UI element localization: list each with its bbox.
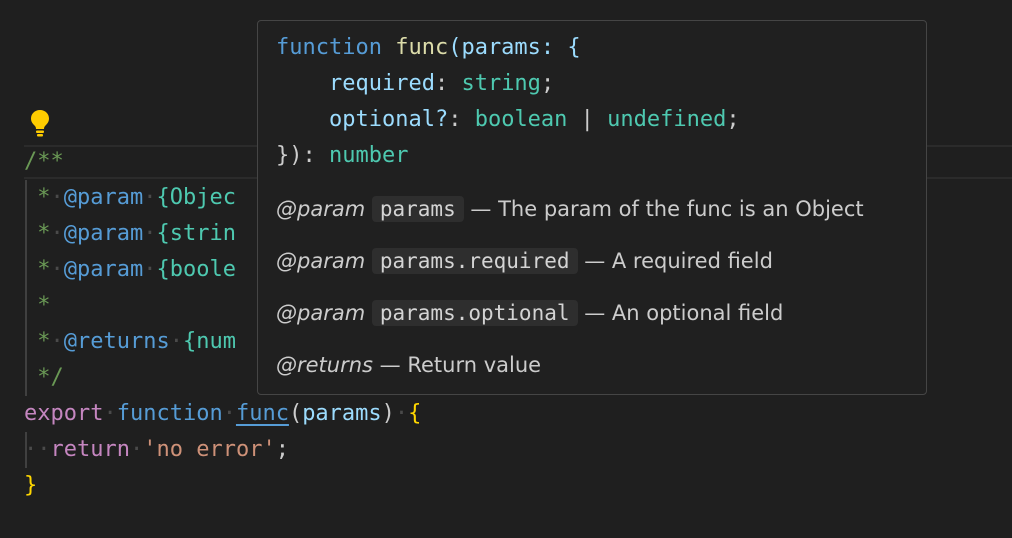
doc-tag: @param bbox=[276, 301, 366, 325]
sig-type-boolean: boolean bbox=[474, 107, 568, 132]
lightbulb-icon-svg bbox=[31, 110, 49, 137]
doc-tag-param: @param bbox=[63, 257, 144, 282]
doc-star: * bbox=[37, 257, 51, 282]
doc-param-name: params.optional bbox=[371, 300, 578, 326]
code-line-doc-blank[interactable]: * bbox=[24, 288, 51, 324]
signature-line-3: optional?: boolean | undefined; bbox=[328, 107, 740, 132]
sig-keyword-function: function bbox=[276, 35, 382, 60]
keyword-function: function bbox=[116, 401, 223, 426]
doc-param-name: params bbox=[371, 196, 464, 222]
code-line-param-2[interactable]: *·@param·{strin bbox=[24, 216, 236, 252]
code-line-doc-open[interactable]: /** bbox=[24, 144, 64, 180]
sig-param-optional: optional? bbox=[328, 107, 449, 132]
code-line-param-1[interactable]: *·@param·{Objec bbox=[24, 180, 236, 216]
code-editor[interactable]: /** *·@param·{Objec *·@param·{strin *·@p… bbox=[0, 0, 1012, 538]
open-paren: ( bbox=[288, 401, 303, 426]
doc-comment-close: */ bbox=[37, 365, 64, 390]
signature-line-4: }): number bbox=[276, 138, 408, 174]
semicolon: ; bbox=[275, 437, 289, 462]
sig-open: (params: { bbox=[448, 35, 581, 60]
doc-returns: @returns — Return value bbox=[276, 347, 541, 383]
keyword-return: return bbox=[50, 437, 130, 462]
doc-param-name: params.required bbox=[371, 248, 578, 274]
hover-tooltip[interactable]: function func(params: { required: string… bbox=[257, 20, 927, 395]
code-line-function-declaration[interactable]: export·function·func(params)·{ bbox=[24, 396, 421, 432]
doc-param-required: @param params.required — A required fiel… bbox=[276, 243, 773, 279]
doc-param-params: @param params — The param of the func is… bbox=[276, 191, 864, 227]
sig-close: }): bbox=[276, 143, 329, 168]
doc-type-boolean: {boole bbox=[156, 257, 236, 282]
code-line-doc-close[interactable]: */ bbox=[24, 360, 64, 396]
code-line-returns[interactable]: *·@returns·{num bbox=[24, 324, 236, 360]
sig-function-name: func bbox=[395, 35, 449, 60]
parameter-params: params bbox=[302, 401, 382, 426]
code-line-return[interactable]: ··return·'no error'; bbox=[24, 432, 289, 468]
close-paren: ) bbox=[381, 401, 395, 426]
sig-pipe: | bbox=[580, 107, 594, 132]
doc-returns-description: — Return value bbox=[379, 353, 542, 377]
sig-param-required: required bbox=[328, 71, 435, 96]
open-brace: { bbox=[408, 401, 422, 426]
signature-line-2: required: string; bbox=[328, 71, 555, 96]
doc-type-number: {num bbox=[182, 329, 236, 354]
sig-type-undefined: undefined bbox=[607, 107, 727, 132]
doc-tag-param: @param bbox=[63, 185, 144, 210]
doc-type-string: {strin bbox=[156, 221, 236, 246]
lightbulb-icon[interactable] bbox=[28, 108, 52, 138]
code-line-param-3[interactable]: *·@param·{boole bbox=[24, 252, 236, 288]
doc-tag: @param bbox=[276, 249, 366, 273]
close-brace: } bbox=[24, 473, 38, 498]
signature-line-1: function func(params: { bbox=[276, 30, 581, 66]
doc-description: — An optional field bbox=[584, 301, 784, 325]
doc-tag: @param bbox=[276, 197, 366, 221]
doc-star: * bbox=[37, 329, 51, 354]
code-line-close-brace[interactable]: } bbox=[24, 468, 37, 504]
doc-tag-returns: @returns bbox=[276, 353, 373, 377]
doc-comment-open: /** bbox=[24, 149, 64, 174]
function-name-link[interactable]: func bbox=[236, 401, 289, 426]
sig-type-string: string bbox=[461, 71, 541, 96]
doc-description: — The param of the func is an Object bbox=[470, 197, 864, 221]
doc-param-optional: @param params.optional — An optional fie… bbox=[276, 295, 783, 331]
keyword-export: export bbox=[24, 401, 104, 426]
doc-type-object: {Objec bbox=[156, 185, 236, 210]
doc-star: * bbox=[37, 185, 51, 210]
doc-tag-param: @param bbox=[63, 221, 144, 246]
doc-star: * bbox=[37, 221, 51, 246]
string-no-error: 'no error' bbox=[143, 437, 276, 462]
sig-type-number: number bbox=[328, 143, 409, 168]
doc-tag-returns: @returns bbox=[63, 329, 170, 354]
doc-description: — A required field bbox=[584, 249, 773, 273]
doc-star: * bbox=[37, 293, 51, 318]
